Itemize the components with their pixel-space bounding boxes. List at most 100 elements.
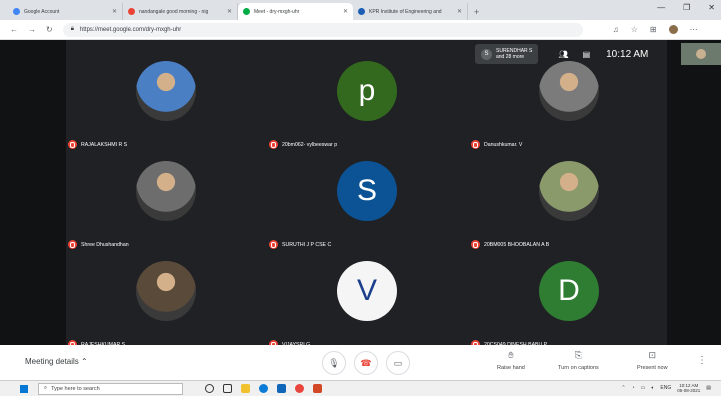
participant-tile[interactable]: p 20bm062- vylbeeswar p — [267, 58, 467, 158]
close-tab-icon[interactable]: ✕ — [227, 8, 232, 15]
tab-title: Meet - dry-mxgh-uhr — [254, 8, 300, 15]
tab-title: nandangale good morning - nig — [139, 8, 209, 15]
google-icon — [13, 8, 20, 15]
chrome-icon[interactable] — [295, 384, 304, 393]
favorite-icon[interactable]: ☆ — [631, 25, 638, 34]
collections-icon[interactable]: ⊞ — [650, 25, 657, 34]
avatar: D — [539, 261, 599, 321]
participant-name-row: SURUTHI J P CSE C — [269, 240, 331, 249]
captions-label: Turn on captions — [558, 365, 599, 371]
participant-name-row: RAJALAKSHMI R S — [68, 140, 127, 149]
tab-title: Google Account — [24, 8, 60, 15]
lock-icon: 🔒︎ — [70, 26, 74, 32]
close-tab-icon[interactable]: ✕ — [112, 8, 117, 15]
mic-muted-icon — [471, 240, 480, 249]
window-controls: — ❐ ✕ — [657, 3, 715, 12]
notifications-icon[interactable]: ▤ — [706, 385, 711, 391]
browser-toolbar: ♫ ☆ ⊞ ⋯ — [613, 25, 698, 34]
right-margin — [667, 40, 721, 345]
participant-name-row: Shree Dhushandhan — [68, 240, 129, 249]
volume-icon[interactable]: 🔈︎ — [651, 385, 654, 391]
mic-permission-icon[interactable]: ♫ — [613, 25, 619, 34]
participant-tile[interactable]: D20CS049 DINESH BABU P — [469, 258, 669, 358]
tab-meet[interactable]: Meet - dry-mxgh-uhr ✕ — [238, 3, 353, 20]
participant-name: 20BM005 BHOOBALAN A B — [484, 241, 550, 248]
participant-tile[interactable]: VVIJAYSRI G — [267, 258, 467, 358]
participant-name: RAJALAKSHMI R S — [81, 141, 128, 148]
mic-muted-icon — [471, 140, 480, 149]
participant-tile[interactable]: Danushkumar. V — [469, 58, 669, 158]
cortana-icon[interactable] — [205, 384, 214, 393]
edge-icon[interactable] — [259, 384, 268, 393]
participant-name: SURUTHI J P CSE C — [282, 241, 332, 248]
meet-icon — [243, 8, 250, 15]
network-icon[interactable]: ◔ — [632, 385, 635, 391]
self-view-thumbnail[interactable] — [681, 43, 721, 65]
address-bar-row: ← → ↻ 🔒︎ https://meet.google.com/dry-mxg… — [0, 20, 721, 40]
minimize-icon[interactable]: — — [657, 3, 665, 12]
language-indicator[interactable]: ENG — [660, 385, 671, 391]
avatar — [696, 49, 706, 59]
participant-tile[interactable]: 20BM005 BHOOBALAN A B — [469, 158, 669, 258]
tab-title: KPR Institute of Engineering and — [369, 8, 442, 15]
windows-start-icon[interactable] — [20, 384, 28, 393]
windows-taskbar: ⌕ Type here to search ⌃ ◔ ▭ 🔈︎ ENG 10:12… — [0, 380, 721, 396]
reload-icon[interactable]: ↻ — [46, 25, 53, 34]
system-tray: ⌃ ◔ ▭ 🔈︎ ENG 10:12 AM 05-08-2021 ▤ — [621, 383, 711, 393]
meet-control-bar: Meeting details ⌃ 🎙︎ ☎︎ ▭ ✋︎ Raise hand … — [0, 345, 721, 380]
battery-icon[interactable]: ▭ — [641, 385, 646, 391]
more-icon[interactable]: ⋯ — [690, 25, 698, 34]
participant-name-row: Danushkumar. V — [471, 140, 522, 149]
url-text: https://meet.google.com/dry-mxgh-uhr — [79, 26, 182, 33]
close-window-icon[interactable]: ✕ — [708, 3, 715, 12]
tab-gmail[interactable]: nandangale good morning - nig ✕ — [123, 3, 238, 20]
more-options-icon[interactable]: ⋮ — [697, 355, 707, 366]
hang-up-icon: ☎︎ — [360, 357, 372, 368]
powerpoint-icon[interactable] — [313, 384, 322, 393]
present-icon: ⊡ — [648, 350, 657, 360]
browser-tab-bar: Google Account ✕ nandangale good morning… — [0, 0, 721, 20]
leave-call-button[interactable]: ☎︎ — [354, 351, 378, 375]
kpr-icon — [358, 8, 365, 15]
url-field[interactable]: 🔒︎ https://meet.google.com/dry-mxgh-uhr — [62, 22, 583, 37]
participant-tile[interactable]: RAJALAKSHMI R S — [66, 58, 266, 158]
meet-video-area: S SURENDHAR S and 28 more 👥︎ ▤ 10:12 AM … — [0, 40, 721, 349]
taskbar-clock[interactable]: 10:12 AM 05-08-2021 — [677, 383, 700, 393]
participant-tile[interactable]: S SURUTHI J P CSE C — [267, 158, 467, 258]
maximize-icon[interactable]: ❐ — [683, 3, 690, 12]
left-margin — [0, 40, 66, 345]
microphone-icon: 🎙︎ — [328, 357, 340, 368]
avatar: p — [337, 61, 397, 121]
close-tab-icon[interactable]: ✕ — [457, 8, 462, 15]
store-icon[interactable] — [277, 384, 286, 393]
raise-hand-button[interactable]: ✋︎ Raise hand — [497, 350, 525, 371]
captions-icon: ⎘ — [574, 350, 582, 360]
avatar — [136, 61, 196, 121]
participant-tile[interactable]: RAJESHKUMAR S — [66, 258, 266, 358]
profile-avatar[interactable] — [668, 25, 678, 34]
gmail-icon — [128, 8, 135, 15]
mic-muted-icon — [68, 140, 77, 149]
participant-tile[interactable]: Shree Dhushandhan — [66, 158, 266, 258]
file-explorer-icon[interactable] — [241, 384, 250, 393]
tab-kpr[interactable]: KPR Institute of Engineering and ✕ — [353, 3, 468, 20]
avatar — [539, 61, 599, 121]
avatar: V — [337, 261, 397, 321]
mic-muted-icon — [68, 240, 77, 249]
back-icon[interactable]: ← — [10, 25, 18, 34]
meeting-details-button[interactable]: Meeting details ⌃ — [25, 357, 88, 366]
participant-name-row: 20BM005 BHOOBALAN A B — [471, 240, 549, 249]
taskbar-search[interactable]: ⌕ Type here to search — [38, 382, 183, 395]
captions-button[interactable]: ⎘ Turn on captions — [558, 350, 599, 371]
tray-up-icon[interactable]: ⌃ — [621, 385, 625, 391]
avatar — [136, 261, 196, 321]
present-now-button[interactable]: ⊡ Present now — [637, 350, 668, 371]
tab-google-account[interactable]: Google Account ✕ — [8, 3, 123, 20]
forward-icon[interactable]: → — [28, 25, 36, 34]
close-tab-icon[interactable]: ✕ — [343, 8, 348, 15]
camera-toggle-button[interactable]: ▭ — [386, 351, 410, 375]
avatar: S — [337, 161, 397, 221]
new-tab-button[interactable]: + — [474, 7, 479, 17]
task-view-icon[interactable] — [223, 384, 232, 393]
mic-toggle-button[interactable]: 🎙︎ — [322, 351, 346, 375]
